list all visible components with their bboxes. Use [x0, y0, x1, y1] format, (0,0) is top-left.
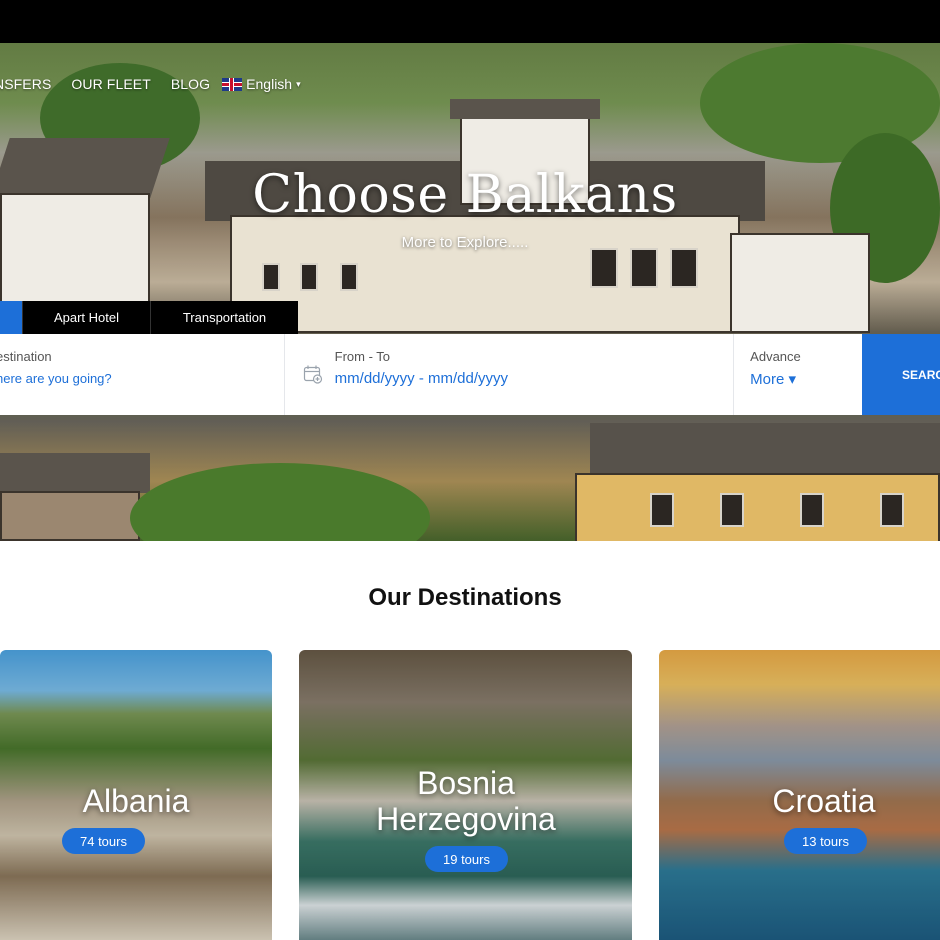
- hero-subtitle: More to Explore.....: [401, 234, 529, 251]
- card-title: Croatia: [772, 783, 876, 819]
- tours-count-badge: 74 tours: [62, 828, 145, 854]
- date-range-field[interactable]: From - To mm/dd/yyyy - mm/dd/yyyy: [285, 334, 735, 415]
- destination-field[interactable]: estination here are you going?: [0, 334, 285, 415]
- nav-link-blog[interactable]: BLOG: [171, 76, 210, 92]
- card-title: Bosnia Herzegovina: [376, 765, 556, 837]
- search-tabs: Apart Hotel Transportation: [0, 301, 298, 334]
- advance-field: Advance More ▾: [734, 334, 862, 415]
- chevron-down-icon: ▾: [296, 78, 301, 89]
- advance-label: Advance: [750, 349, 801, 364]
- tab-transportation[interactable]: Transportation: [150, 301, 298, 334]
- hero-title: Choose Balkans: [252, 165, 678, 225]
- dates-label: From - To: [334, 349, 391, 364]
- destination-card-croatia[interactable]: Croatia 13 tours: [659, 650, 940, 940]
- language-label: English: [246, 76, 293, 92]
- destination-card-albania[interactable]: Albania 74 tours: [0, 650, 272, 940]
- nav-link-transfers[interactable]: NSFERS: [0, 76, 51, 92]
- hero-banner: [0, 43, 940, 541]
- search-form: estination here are you going? From - To…: [0, 334, 940, 415]
- nav-link-our-fleet[interactable]: OUR FLEET: [71, 76, 150, 92]
- top-black-bar: [0, 0, 940, 43]
- destination-label: estination: [0, 349, 52, 364]
- tours-count-badge: 13 tours: [784, 828, 867, 854]
- search-button[interactable]: SEARCH: [862, 334, 940, 415]
- language-selector[interactable]: English ▾: [222, 76, 301, 92]
- date-range-input[interactable]: mm/dd/yyyy - mm/dd/yyyy: [335, 370, 734, 387]
- tours-count-badge: 19 tours: [425, 846, 508, 872]
- tab-apart-hotel[interactable]: Apart Hotel: [22, 301, 150, 334]
- card-title: Albania: [82, 783, 190, 819]
- destination-card-bosnia-herzegovina[interactable]: Bosnia Herzegovina 19 tours: [299, 650, 632, 940]
- destinations-title: Our Destinations: [368, 584, 562, 611]
- tab-active[interactable]: [0, 301, 22, 334]
- uk-flag-icon: [222, 77, 243, 91]
- advance-more-dropdown[interactable]: More ▾: [750, 370, 862, 388]
- main-nav: NSFERS OUR FLEET BLOG English ▾: [0, 74, 301, 94]
- calendar-icon: [303, 365, 322, 384]
- destination-input[interactable]: here are you going?: [0, 371, 284, 386]
